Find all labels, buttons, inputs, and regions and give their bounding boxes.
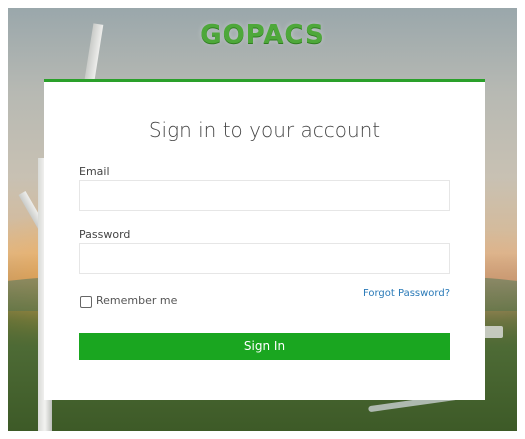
password-field[interactable] xyxy=(79,243,450,274)
email-label: Email xyxy=(79,165,110,178)
email-field[interactable] xyxy=(79,180,450,211)
forgot-password-link[interactable]: Forgot Password? xyxy=(363,288,450,299)
sign-in-button[interactable]: Sign In xyxy=(79,333,450,360)
password-label: Password xyxy=(79,228,131,241)
gopacs-logo: GOPACS xyxy=(200,20,325,50)
remember-me-checkbox[interactable] xyxy=(80,296,92,308)
page-title: Sign in to your account xyxy=(148,118,381,142)
remember-me-label[interactable]: Remember me xyxy=(96,294,177,307)
login-card: Sign in to your account Email Password R… xyxy=(44,79,485,400)
